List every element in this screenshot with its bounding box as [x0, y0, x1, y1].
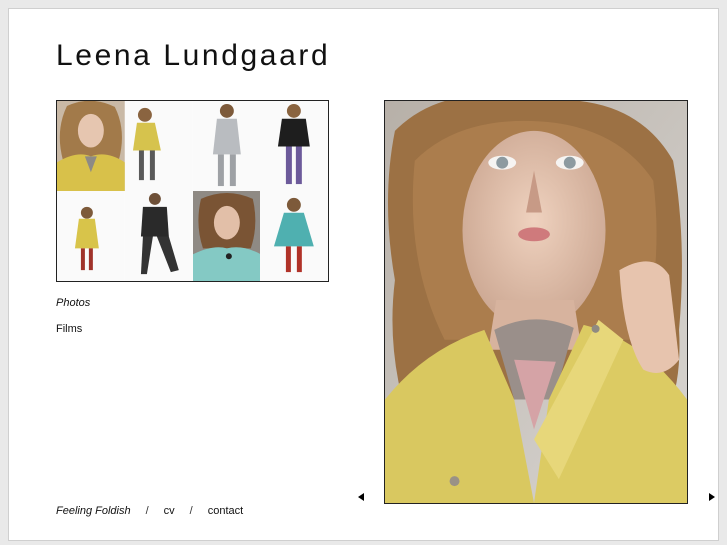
thumbnail-grid	[56, 100, 329, 282]
thumbnail-model-yellow-top-leaning[interactable]	[124, 101, 193, 191]
thumbnail-model-grey-dress-front[interactable]	[192, 101, 261, 191]
main-photo	[384, 100, 688, 504]
site-title[interactable]: Leena Lundgaard	[56, 39, 330, 73]
nav-photos-link[interactable]: Photos	[56, 297, 90, 309]
thumbnail-model-yellow-dress-small[interactable]	[57, 191, 125, 281]
footer-separator: /	[189, 505, 193, 517]
footer-separator: /	[145, 505, 149, 517]
thumbnail-model-black-outfit-striding[interactable]	[124, 191, 193, 281]
footer-collection-link[interactable]: Feeling Foldish	[56, 505, 131, 517]
nav-films-link[interactable]: Films	[56, 323, 82, 335]
arrow-left-icon[interactable]	[358, 493, 364, 501]
footer-nav: Feeling Foldish / cv / contact	[56, 505, 243, 517]
thumbnail-portrait-teal-top[interactable]	[192, 191, 261, 281]
page-frame: Leena Lundgaard Photos Films Feeling Fol…	[8, 8, 719, 541]
footer-cv-link[interactable]: cv	[164, 505, 175, 517]
thumbnail-model-black-jacket-purple-tights[interactable]	[260, 101, 328, 191]
thumbnail-model-teal-ruffle-dress[interactable]	[260, 191, 328, 281]
footer-contact-link[interactable]: contact	[208, 505, 243, 517]
thumbnail-portrait-yellow-coat[interactable]	[57, 101, 125, 191]
arrow-right-icon[interactable]	[709, 493, 715, 501]
